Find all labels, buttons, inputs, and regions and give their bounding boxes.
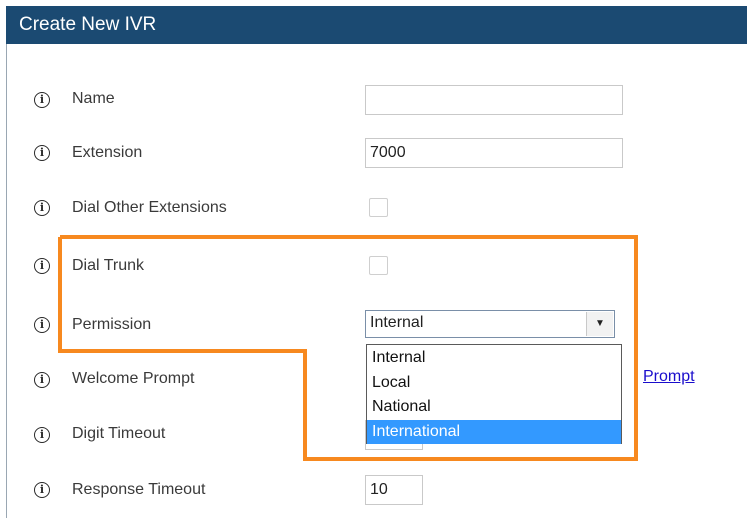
- form-row-extension: i Extension 7000: [0, 138, 747, 168]
- info-icon[interactable]: i: [34, 427, 50, 443]
- dial-trunk-checkbox[interactable]: [369, 256, 388, 275]
- extension-input[interactable]: 7000: [365, 138, 623, 168]
- response-timeout-input[interactable]: 10: [365, 475, 423, 505]
- info-icon[interactable]: i: [34, 92, 50, 108]
- info-icon[interactable]: i: [34, 482, 50, 498]
- welcome-prompt-label: Welcome Prompt: [72, 370, 195, 387]
- permission-label: Permission: [72, 316, 152, 333]
- dialog-title: Create New IVR: [19, 14, 157, 35]
- form-row-dial-trunk: i Dial Trunk: [0, 252, 747, 282]
- permission-selected-value: Internal: [370, 314, 424, 331]
- permission-select[interactable]: Internal ▼: [365, 310, 615, 338]
- dialog-title-bar: Create New IVR: [6, 6, 747, 44]
- response-timeout-label: Response Timeout: [72, 481, 206, 498]
- form-row-name: i Name: [0, 85, 747, 115]
- info-icon[interactable]: i: [34, 258, 50, 274]
- permission-option-international[interactable]: International: [367, 419, 621, 444]
- digit-timeout-label: Digit Timeout: [72, 425, 166, 442]
- form-row-dial-other-extensions: i Dial Other Extensions: [0, 194, 747, 224]
- triangle-down-icon[interactable]: ▼: [586, 312, 613, 336]
- extension-label: Extension: [72, 144, 143, 161]
- permission-option-local[interactable]: Local: [367, 371, 621, 396]
- name-input[interactable]: [365, 85, 623, 115]
- prompt-link[interactable]: Prompt: [643, 368, 695, 386]
- permission-dropdown-list: Internal Local National International: [366, 344, 622, 444]
- permission-option-national[interactable]: National: [367, 395, 621, 420]
- name-label: Name: [72, 90, 115, 107]
- form-row-response-timeout: i Response Timeout 10: [0, 475, 747, 505]
- permission-option-internal[interactable]: Internal: [367, 346, 621, 371]
- info-icon[interactable]: i: [34, 200, 50, 216]
- dial-trunk-label: Dial Trunk: [72, 257, 145, 274]
- info-icon[interactable]: i: [34, 372, 50, 388]
- dial-other-extensions-checkbox[interactable]: [369, 198, 388, 217]
- dial-other-extensions-label: Dial Other Extensions: [72, 199, 227, 216]
- info-icon[interactable]: i: [34, 317, 50, 333]
- info-icon[interactable]: i: [34, 145, 50, 161]
